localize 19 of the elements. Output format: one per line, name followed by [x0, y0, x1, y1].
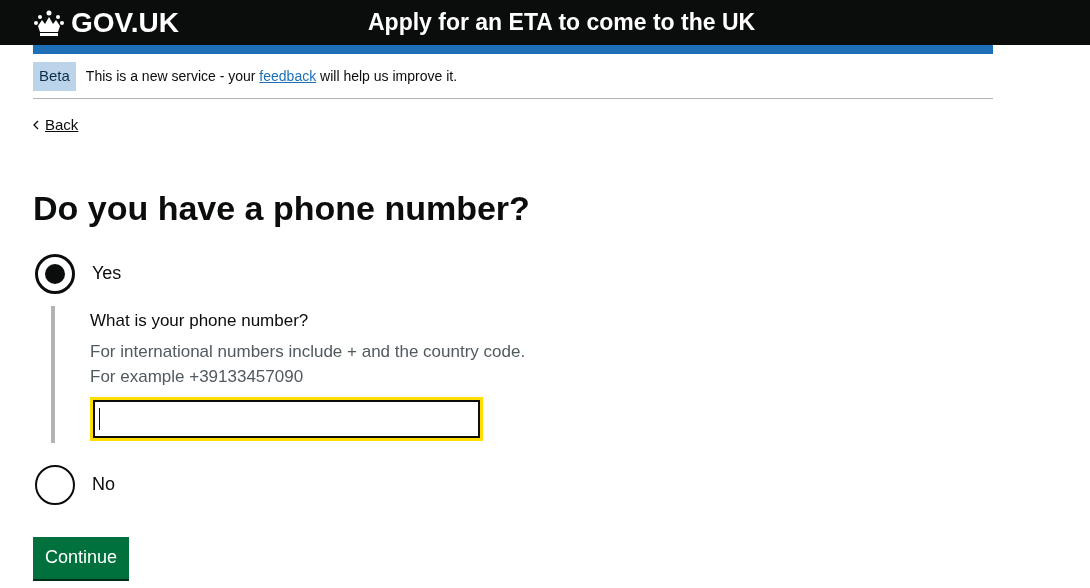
back-link[interactable]: Back	[33, 113, 79, 136]
hint-text: For international numbers include + and the country code.	[90, 340, 527, 363]
question-heading: Do you have a phone number?	[33, 187, 531, 228]
feedback-link[interactable]: feedback	[259, 67, 317, 84]
crown-icon	[33, 8, 65, 37]
text-cursor	[99, 407, 100, 430]
hint-text: For example +39133457090	[90, 365, 305, 388]
chevron-left-icon	[33, 119, 39, 130]
continue-button[interactable]: Continue	[33, 536, 130, 579]
radio-label[interactable]: No	[92, 471, 115, 499]
logo-link[interactable]: GOV.UK	[33, 1, 368, 44]
radio-label[interactable]: Yes	[92, 260, 122, 288]
field-label: What is your phone number?	[90, 309, 310, 332]
service-name[interactable]: Apply for an ETA to come to the UK	[368, 5, 756, 40]
phone-input[interactable]	[90, 396, 483, 441]
phase-tag: Beta	[33, 62, 76, 91]
radio-button[interactable]	[35, 253, 75, 294]
phase-banner-text: This is a new service - your feedback will help us improve it.	[85, 66, 457, 86]
radio-button[interactable]	[35, 464, 75, 505]
